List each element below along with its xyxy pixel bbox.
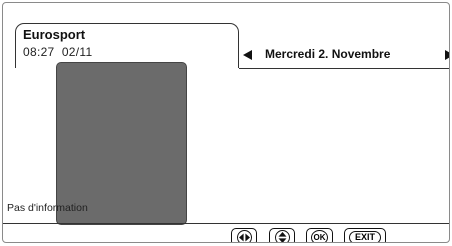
header-divider bbox=[239, 68, 449, 69]
video-preview-panel bbox=[56, 62, 187, 225]
up-down-key[interactable] bbox=[269, 228, 295, 242]
epg-screen: Eurosport 08:27 02/11 Mercredi 2. Novemb… bbox=[2, 2, 450, 243]
previous-day-arrow-icon[interactable] bbox=[243, 50, 252, 60]
next-day-arrow-icon[interactable] bbox=[445, 50, 449, 60]
current-time: 08:27 bbox=[23, 45, 55, 59]
exit-key-label: EXIT bbox=[348, 230, 381, 242]
left-right-key[interactable] bbox=[231, 228, 257, 242]
channel-name: Eurosport bbox=[23, 27, 86, 42]
ok-key[interactable]: OK bbox=[306, 228, 333, 242]
exit-key[interactable]: EXIT bbox=[344, 228, 386, 242]
ok-key-label: OK bbox=[311, 229, 328, 242]
current-time-date: 08:27 02/11 bbox=[23, 45, 92, 59]
up-down-arrows-icon bbox=[274, 229, 290, 242]
day-label: Mercredi 2. Novembre bbox=[265, 47, 391, 61]
footer-divider bbox=[3, 223, 449, 224]
current-date: 02/11 bbox=[61, 45, 93, 59]
left-right-arrows-icon bbox=[236, 229, 252, 242]
program-info-text: Pas d'information bbox=[7, 202, 88, 214]
